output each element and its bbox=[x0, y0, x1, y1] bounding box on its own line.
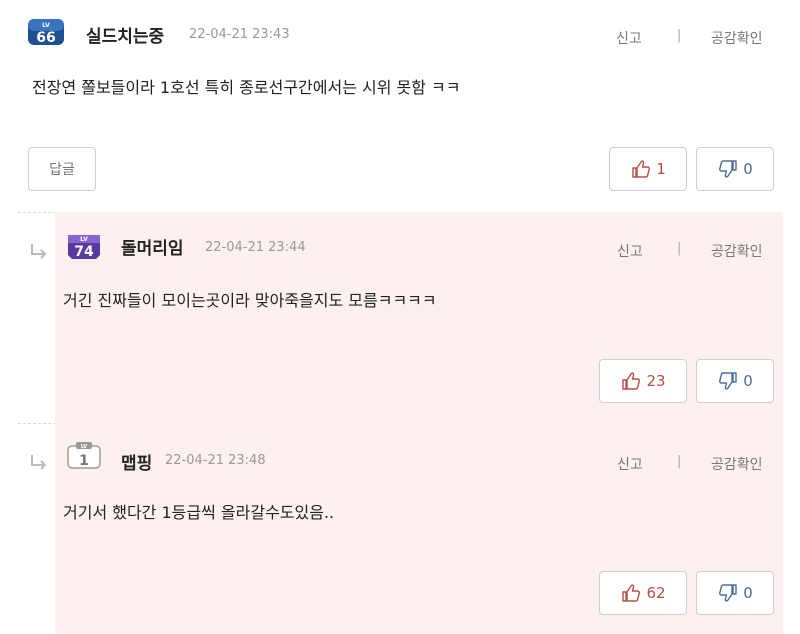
agree-check-link[interactable]: 공감확인 bbox=[711, 28, 763, 48]
like-count: 62 bbox=[646, 584, 666, 602]
comment-date: 22-04-21 23:48 bbox=[165, 453, 266, 468]
thumbs-up-icon bbox=[620, 371, 642, 391]
thumbs-up-icon bbox=[620, 583, 642, 603]
dislike-count: 0 bbox=[743, 160, 753, 178]
thumbs-down-icon bbox=[717, 371, 739, 391]
level-badge: LV 1 bbox=[64, 440, 104, 470]
comment-date: 22-04-21 23:44 bbox=[205, 240, 306, 255]
thumbs-up-icon bbox=[630, 159, 652, 179]
dislike-button[interactable]: 0 bbox=[696, 571, 774, 615]
like-button[interactable]: 62 bbox=[599, 571, 687, 615]
svg-text:74: 74 bbox=[74, 244, 94, 259]
dislike-count: 0 bbox=[743, 584, 753, 602]
svg-text:LV: LV bbox=[81, 444, 87, 450]
separator: | bbox=[677, 28, 682, 43]
svg-text:LV: LV bbox=[42, 22, 50, 29]
level-badge: LV 66 bbox=[26, 16, 66, 46]
nickname[interactable]: 실드치는중 bbox=[86, 22, 164, 47]
comment-date: 22-04-21 23:43 bbox=[189, 27, 290, 42]
dislike-button[interactable]: 0 bbox=[696, 359, 774, 403]
thumbs-down-icon bbox=[717, 159, 739, 179]
svg-text:LV: LV bbox=[80, 236, 88, 243]
report-link[interactable]: 신고 bbox=[616, 28, 642, 48]
comment-text: 거기서 했다간 1등급씩 올라갈수도있음.. bbox=[63, 503, 335, 522]
like-button[interactable]: 23 bbox=[599, 359, 687, 403]
like-count: 1 bbox=[656, 160, 666, 178]
dislike-button[interactable]: 0 bbox=[696, 147, 774, 191]
comment-text: 거긴 진짜들이 모이는곳이라 맞아죽을지도 모름ㅋㅋㅋㅋ bbox=[63, 291, 437, 310]
agree-check-link[interactable]: 공감확인 bbox=[711, 241, 763, 261]
reply-arrow-icon bbox=[28, 242, 50, 262]
svg-text:1: 1 bbox=[79, 453, 89, 469]
reply-comment: LV 74 돌머리임 22-04-21 23:44 신고 | 공감확인 거긴 진… bbox=[0, 212, 800, 423]
agree-check-link[interactable]: 공감확인 bbox=[711, 454, 763, 474]
like-button[interactable]: 1 bbox=[609, 147, 687, 191]
like-count: 23 bbox=[646, 372, 666, 390]
reply-arrow-icon bbox=[28, 453, 50, 473]
reply-button[interactable]: 답글 bbox=[28, 147, 96, 191]
report-link[interactable]: 신고 bbox=[617, 454, 643, 474]
nickname[interactable]: 돌머리임 bbox=[121, 234, 184, 259]
thumbs-down-icon bbox=[717, 583, 739, 603]
separator: | bbox=[677, 241, 682, 256]
separator: | bbox=[677, 454, 682, 469]
level-badge: LV 74 bbox=[64, 229, 104, 259]
dislike-count: 0 bbox=[743, 372, 753, 390]
comment-text: 전장연 쫄보들이라 1호선 특히 종로선구간에서는 시위 못함 ㅋㅋ bbox=[32, 78, 461, 97]
report-link[interactable]: 신고 bbox=[617, 241, 643, 261]
svg-text:66: 66 bbox=[36, 30, 55, 46]
nickname[interactable]: 맵핑 bbox=[121, 449, 152, 474]
comment: LV 66 실드치는중 22-04-21 23:43 신고 | 공감확인 전장연… bbox=[0, 0, 800, 212]
reply-comment: LV 1 맵핑 22-04-21 23:48 신고 | 공감확인 거기서 했다간… bbox=[0, 423, 800, 634]
